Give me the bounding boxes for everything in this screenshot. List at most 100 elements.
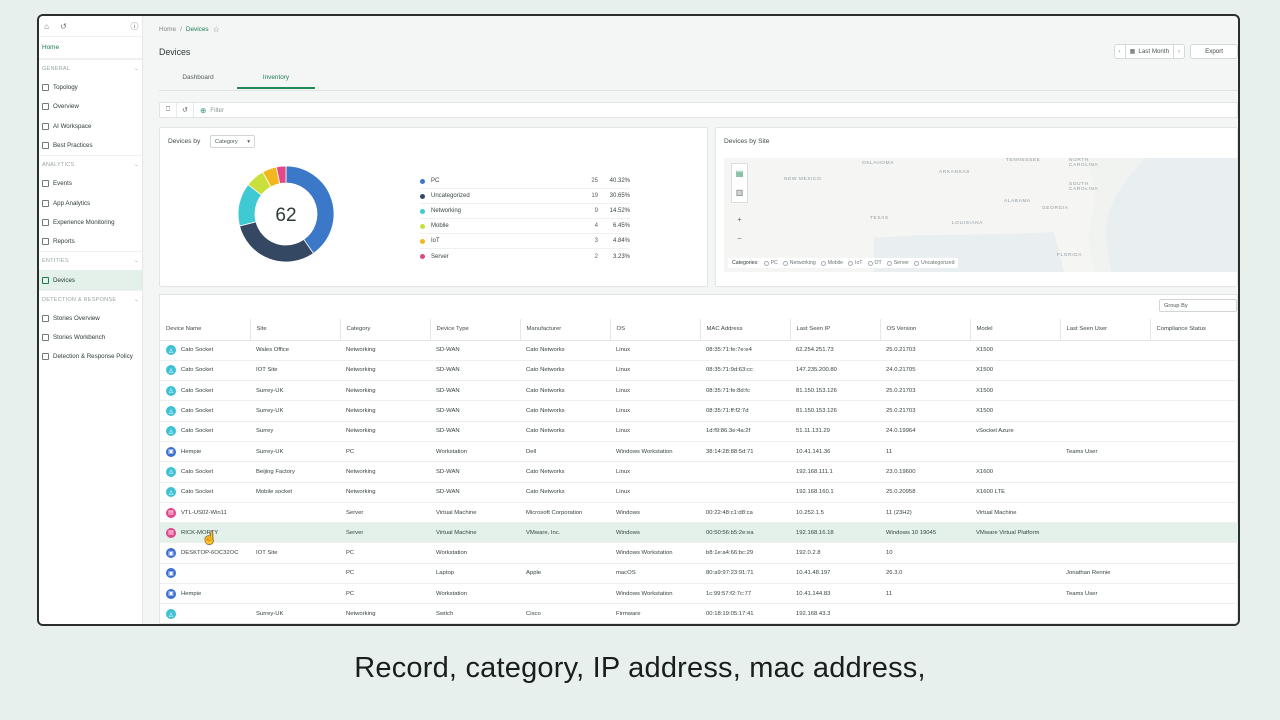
sidebar-item-reports[interactable]: Reports bbox=[39, 232, 142, 251]
sidebar-section-header[interactable]: DETECTION & RESPONSE ⌄ bbox=[39, 289, 142, 309]
map-legend-item[interactable]: Networking bbox=[782, 260, 816, 266]
table-cell bbox=[700, 482, 790, 503]
device-name[interactable]: Cato Socket bbox=[181, 388, 213, 394]
device-name-cell: ▣ bbox=[160, 563, 250, 585]
date-prev-button[interactable]: ‹ bbox=[1115, 45, 1126, 58]
sidebar-item-devices[interactable]: Devices bbox=[39, 270, 142, 290]
map-legend-item[interactable]: OT bbox=[867, 260, 882, 266]
sidebar-section-header[interactable]: ENTITIES ⌄ bbox=[39, 251, 142, 270]
tab-dashboard[interactable]: Dashboard bbox=[159, 70, 237, 89]
sidebar-item-best-practices[interactable]: Best Practices bbox=[39, 136, 142, 155]
legend-row[interactable]: PC 25 40.32% bbox=[420, 174, 630, 189]
table-row[interactable]: ◬ Cato Socket Beijing Factory Networking SD-… bbox=[160, 461, 1238, 483]
map-legend-item[interactable]: Server bbox=[886, 260, 909, 266]
sidebar-section-header[interactable]: GENERAL ⌄ bbox=[39, 59, 142, 78]
bookmark-icon[interactable]: ⎕ bbox=[160, 103, 177, 117]
column-header[interactable]: Model bbox=[970, 319, 1061, 341]
donut-slice-uncategorized[interactable] bbox=[239, 221, 314, 263]
sidebar-home[interactable]: Home bbox=[39, 36, 142, 59]
map-list-view-icon[interactable]: ▤ bbox=[732, 164, 747, 183]
sidebar-item-detection-response-policy[interactable]: Detection & Response Policy bbox=[39, 347, 142, 366]
sidebar-section-header[interactable]: ANALYTICS ⌄ bbox=[39, 155, 142, 174]
legend-row[interactable]: Server 2 3.23% bbox=[420, 249, 630, 264]
column-header[interactable]: Device Type bbox=[430, 319, 521, 341]
history-filter-icon[interactable]: ↺ bbox=[177, 103, 194, 117]
sidebar-item-events[interactable]: Events bbox=[39, 174, 142, 193]
column-header[interactable]: OS Version bbox=[880, 319, 971, 341]
legend-row[interactable]: Networking 9 14.52% bbox=[420, 204, 630, 219]
device-name-cell: ◬ Cato Socket bbox=[160, 482, 250, 503]
table-row[interactable]: ▤ VTL-US02-Win11 Server Virtual Machine Micr… bbox=[160, 502, 1238, 524]
zoom-out-button[interactable]: − bbox=[731, 229, 748, 248]
sidebar-item-label: Detection & Response Policy bbox=[53, 353, 133, 361]
date-next-button[interactable]: › bbox=[1173, 45, 1184, 58]
filter-input[interactable]: ⊕ Filter bbox=[194, 106, 224, 115]
column-header[interactable]: Category bbox=[340, 319, 431, 341]
device-name[interactable]: DESKTOP-6OC32OC bbox=[181, 550, 239, 556]
table-cell: Apple bbox=[520, 563, 610, 585]
table-row[interactable]: ◬ Cato Socket Surrey-UK Networking SD-WAN Cat… bbox=[160, 400, 1238, 422]
device-name[interactable]: Cato Socket bbox=[181, 347, 213, 353]
table-cell: Surrey-UK bbox=[250, 380, 340, 402]
table-row[interactable]: ▣ PC Laptop Apple macOS 80:a9:97:23:91:71 10.4… bbox=[160, 563, 1238, 585]
sidebar-item-app-analytics[interactable]: App Analytics bbox=[39, 193, 142, 212]
legend-row[interactable]: Mobile 4 6.45% bbox=[420, 219, 630, 234]
device-name[interactable]: Cato Socket bbox=[181, 469, 213, 475]
map-building-icon[interactable]: ▥ bbox=[732, 183, 747, 202]
column-header[interactable]: Last Seen User bbox=[1060, 319, 1151, 341]
column-header[interactable]: MAC Address bbox=[700, 319, 791, 341]
table-row[interactable]: ◬ Surrey-UK Networking Switch Cisco Firmware 0… bbox=[160, 603, 1238, 624]
table-row[interactable]: ◬ Cato Socket Mobile socket Networking SD-WA… bbox=[160, 482, 1238, 503]
column-header[interactable]: Manufacturer bbox=[520, 319, 611, 341]
table-row[interactable]: ◬ Cato Socket IOT Site Networking SD-WAN Cato… bbox=[160, 360, 1238, 382]
favorite-star-icon[interactable]: ☆ bbox=[213, 25, 220, 34]
device-name[interactable]: Cato Socket bbox=[181, 428, 213, 434]
device-name-wrapper: ▣ Hempie bbox=[166, 588, 250, 599]
table-row[interactable]: ▣ DESKTOP-6OC32OC IOT Site PC Workstation Win… bbox=[160, 542, 1238, 564]
column-header[interactable]: Site bbox=[250, 319, 341, 341]
zoom-in-button[interactable]: + bbox=[731, 210, 748, 229]
export-button[interactable]: Export bbox=[1190, 44, 1238, 59]
sidebar-item-topology[interactable]: Topology bbox=[39, 78, 142, 97]
legend-row[interactable]: Uncategorized 19 30.65% bbox=[420, 189, 630, 204]
sidebar-item-ai-workspace[interactable]: AI Workspace bbox=[39, 117, 142, 136]
map-legend-item[interactable]: PC bbox=[763, 260, 778, 266]
device-name[interactable]: VTL-US02-Win11 bbox=[181, 510, 227, 516]
device-name-cell: ◬ Cato Socket bbox=[160, 360, 250, 382]
category-select[interactable]: Category ▾ bbox=[210, 135, 255, 148]
tab-inventory[interactable]: Inventory bbox=[237, 70, 315, 89]
breadcrumb-home[interactable]: Home bbox=[159, 26, 176, 33]
device-name[interactable]: Hempie bbox=[181, 449, 201, 455]
home-icon[interactable]: ⌂ bbox=[42, 22, 51, 31]
date-range-button[interactable]: ▦ Last Month bbox=[1126, 45, 1173, 58]
device-name[interactable]: Cato Socket bbox=[181, 489, 213, 495]
column-header[interactable]: Device Name bbox=[160, 319, 251, 341]
device-name-wrapper: ◬ Cato Socket bbox=[166, 385, 250, 396]
device-name[interactable]: Cato Socket bbox=[181, 367, 213, 373]
map-legend-item[interactable]: Uncategorized bbox=[914, 260, 954, 266]
sidebar-item-overview[interactable]: Overview bbox=[39, 97, 142, 116]
table-row[interactable]: ◬ Cato Socket Surrey Networking SD-WAN Cato N… bbox=[160, 421, 1238, 442]
legend-row[interactable]: IoT 3 4.84% bbox=[420, 234, 630, 249]
column-header[interactable]: OS bbox=[610, 319, 701, 341]
history-icon[interactable]: ↺ bbox=[59, 22, 68, 31]
group-by-select[interactable]: Group By bbox=[1159, 299, 1237, 312]
donut-chart[interactable]: 62 bbox=[236, 164, 336, 264]
map-legend-item[interactable]: Mobile bbox=[820, 260, 843, 266]
table-cell bbox=[1150, 502, 1238, 524]
site-map[interactable]: OKLAHOMA ARKANSAS TENNESSEE NORTH CAROLI… bbox=[724, 158, 1237, 272]
device-name[interactable]: Cato Socket bbox=[181, 408, 213, 414]
map-legend-item[interactable]: IoT bbox=[848, 260, 863, 266]
table-row[interactable]: ◬ Cato Socket Wales Office Networking SD-WAN… bbox=[160, 340, 1238, 361]
column-header[interactable]: Last Seen IP bbox=[790, 319, 881, 341]
table-row[interactable]: ▣ Hempie Surrey-UK PC Workstation Dell Windows… bbox=[160, 441, 1238, 463]
table-row[interactable]: ▤ RICK-MORTY Server Virtual Machine VMware, … bbox=[160, 522, 1238, 544]
sidebar-item-stories-overview[interactable]: Stories Overview bbox=[39, 309, 142, 328]
column-header[interactable]: Compliance Status bbox=[1150, 319, 1238, 341]
table-row[interactable]: ◬ Cato Socket Surrey-UK Networking SD-WAN Cat… bbox=[160, 380, 1238, 402]
device-name[interactable]: Hempie bbox=[181, 591, 201, 597]
info-icon[interactable]: ⓘ bbox=[130, 22, 139, 31]
sidebar-item-experience-monitoring[interactable]: Experience Monitoring bbox=[39, 213, 142, 232]
table-row[interactable]: ▣ Hempie PC Workstation Windows Workstation 1… bbox=[160, 583, 1238, 605]
sidebar-item-stories-workbench[interactable]: Stories Workbench bbox=[39, 328, 142, 347]
